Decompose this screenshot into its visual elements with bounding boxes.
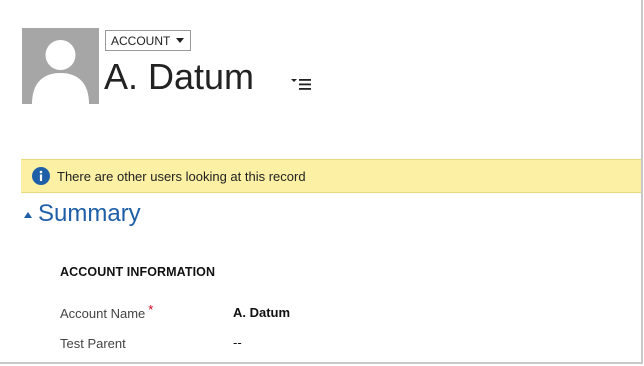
overflow-menu-icon[interactable]	[290, 73, 312, 91]
field-value-account-name[interactable]: A. Datum	[233, 305, 290, 320]
field-label-text: Account Name	[60, 306, 146, 321]
person-icon	[32, 40, 89, 104]
entity-selector-label: ACCOUNT	[111, 33, 171, 48]
section-summary-toggle[interactable]: Summary	[24, 199, 141, 229]
section-title: Summary	[38, 200, 141, 227]
field-label-account-name: Account Name *	[60, 302, 153, 321]
notification-text: There are other users looking at this re…	[57, 168, 306, 184]
entity-selector-dropdown[interactable]: ACCOUNT	[105, 30, 192, 51]
field-value-test-parent[interactable]: --	[233, 335, 242, 350]
field-label-test-parent: Test Parent	[60, 336, 126, 351]
record-form: ACCOUNT A. Datum There are other users l…	[0, 0, 643, 364]
record-title: A. Datum	[104, 56, 255, 97]
group-heading: ACCOUNT INFORMATION	[60, 265, 216, 279]
collapse-triangle-icon	[24, 212, 32, 218]
record-image[interactable]	[22, 28, 99, 104]
notification-bar: There are other users looking at this re…	[21, 159, 641, 193]
chevron-down-icon	[176, 38, 185, 43]
required-asterisk-icon: *	[148, 302, 154, 317]
info-icon	[32, 167, 50, 185]
